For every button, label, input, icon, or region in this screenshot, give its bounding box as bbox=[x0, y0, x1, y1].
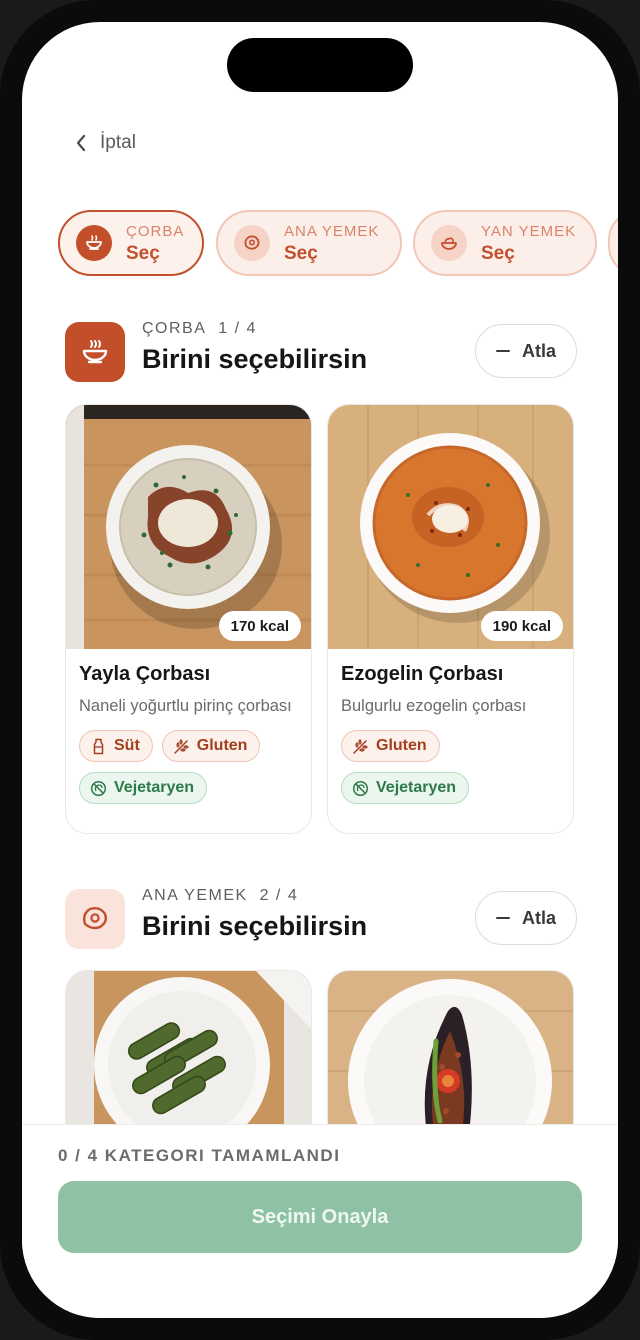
bottom-action-bar: 0 / 4 KATEGORI TAMAMLANDI Seçimi Onayla bbox=[22, 1124, 618, 1318]
app-screen: İptal ÇORBA Seç ANA YEMEK Seç YAN YEMEK … bbox=[22, 22, 618, 1318]
section-category: ÇORBA 1 / 4 bbox=[142, 320, 257, 337]
chip-action: Seç bbox=[481, 242, 515, 264]
wheat-icon bbox=[353, 738, 368, 754]
chip-action: Seç bbox=[284, 242, 318, 264]
kcal-badge: 170 kcal bbox=[218, 611, 301, 641]
minus-icon bbox=[495, 349, 510, 353]
tag-vegetarian: Vejetaryen bbox=[341, 772, 470, 804]
tag-vegetarian: Vejetaryen bbox=[79, 772, 208, 804]
dish-description: Bulgurlu ezogelin çorbası bbox=[341, 697, 527, 715]
section-title: Birini seçebilirsin bbox=[142, 911, 368, 941]
section-ana-yemek: ANA YEMEK 2 / 4 Birini seçebilirsin Atla bbox=[65, 887, 577, 1170]
dynamic-island bbox=[227, 38, 413, 92]
dish-card-yayla[interactable]: 170 kcal Yayla Çorbası Naneli yoğurtlu p… bbox=[65, 404, 312, 834]
dish-name: Yayla Çorbası bbox=[79, 663, 211, 685]
chip-action: Seç bbox=[126, 242, 160, 264]
skip-button[interactable]: Atla bbox=[475, 324, 577, 378]
skip-button[interactable]: Atla bbox=[475, 891, 577, 945]
no-meat-icon bbox=[90, 780, 107, 796]
meat-icon bbox=[234, 225, 270, 261]
dish-tags: Süt Gluten Vejetaryen bbox=[79, 730, 298, 804]
confirm-selection-button[interactable]: Seçimi Onayla bbox=[58, 1181, 582, 1253]
chip-corba[interactable]: ÇORBA Seç bbox=[58, 210, 204, 276]
phone-frame: İptal ÇORBA Seç ANA YEMEK Seç YAN YEMEK … bbox=[0, 0, 640, 1340]
tag-gluten: Gluten bbox=[341, 730, 440, 762]
chevron-left-icon bbox=[76, 134, 86, 152]
tag-milk: Süt bbox=[79, 730, 153, 762]
wheat-icon bbox=[174, 738, 189, 754]
chip-next-partial[interactable] bbox=[608, 210, 618, 276]
soup-bowl-icon bbox=[76, 225, 112, 261]
chip-category: ÇORBA bbox=[126, 222, 185, 240]
cancel-back-button[interactable]: İptal bbox=[74, 128, 136, 158]
dish-photo: 190 kcal bbox=[328, 405, 573, 649]
chip-ana-yemek[interactable]: ANA YEMEK Seç bbox=[216, 210, 402, 276]
dish-description: Naneli yoğurtlu pirinç çorbası bbox=[79, 697, 292, 715]
tag-gluten: Gluten bbox=[161, 730, 261, 762]
dish-photo: 170 kcal bbox=[66, 405, 311, 649]
minus-icon bbox=[495, 916, 510, 920]
chip-yan-yemek[interactable]: YAN YEMEK Seç bbox=[413, 210, 597, 276]
milk-bottle-icon bbox=[93, 738, 104, 754]
cancel-label: İptal bbox=[100, 132, 136, 153]
category-chips: ÇORBA Seç ANA YEMEK Seç YAN YEMEK Seç bbox=[58, 210, 618, 276]
dish-card-ezogelin[interactable]: 190 kcal Ezogelin Çorbası Bulgurlu ezoge… bbox=[327, 404, 574, 834]
meat-icon bbox=[65, 889, 125, 949]
skip-label: Atla bbox=[521, 340, 556, 361]
skip-label: Atla bbox=[521, 907, 556, 928]
side-dish-bowl-icon bbox=[431, 225, 467, 261]
progress-text: 0 / 4 KATEGORI TAMAMLANDI bbox=[58, 1146, 341, 1165]
chip-category: ANA YEMEK bbox=[284, 222, 380, 240]
no-meat-icon bbox=[352, 780, 369, 796]
dish-name: Ezogelin Çorbası bbox=[341, 663, 504, 685]
section-category: ANA YEMEK 2 / 4 bbox=[142, 887, 299, 904]
chip-category: YAN YEMEK bbox=[481, 222, 577, 240]
kcal-badge: 190 kcal bbox=[480, 611, 563, 641]
soup-bowl-icon bbox=[65, 322, 125, 382]
section-title: Birini seçebilirsin bbox=[142, 344, 368, 374]
dish-tags: Gluten Vejetaryen bbox=[341, 730, 560, 804]
section-corba: ÇORBA 1 / 4 Birini seçebilirsin Atla 170… bbox=[65, 320, 577, 842]
